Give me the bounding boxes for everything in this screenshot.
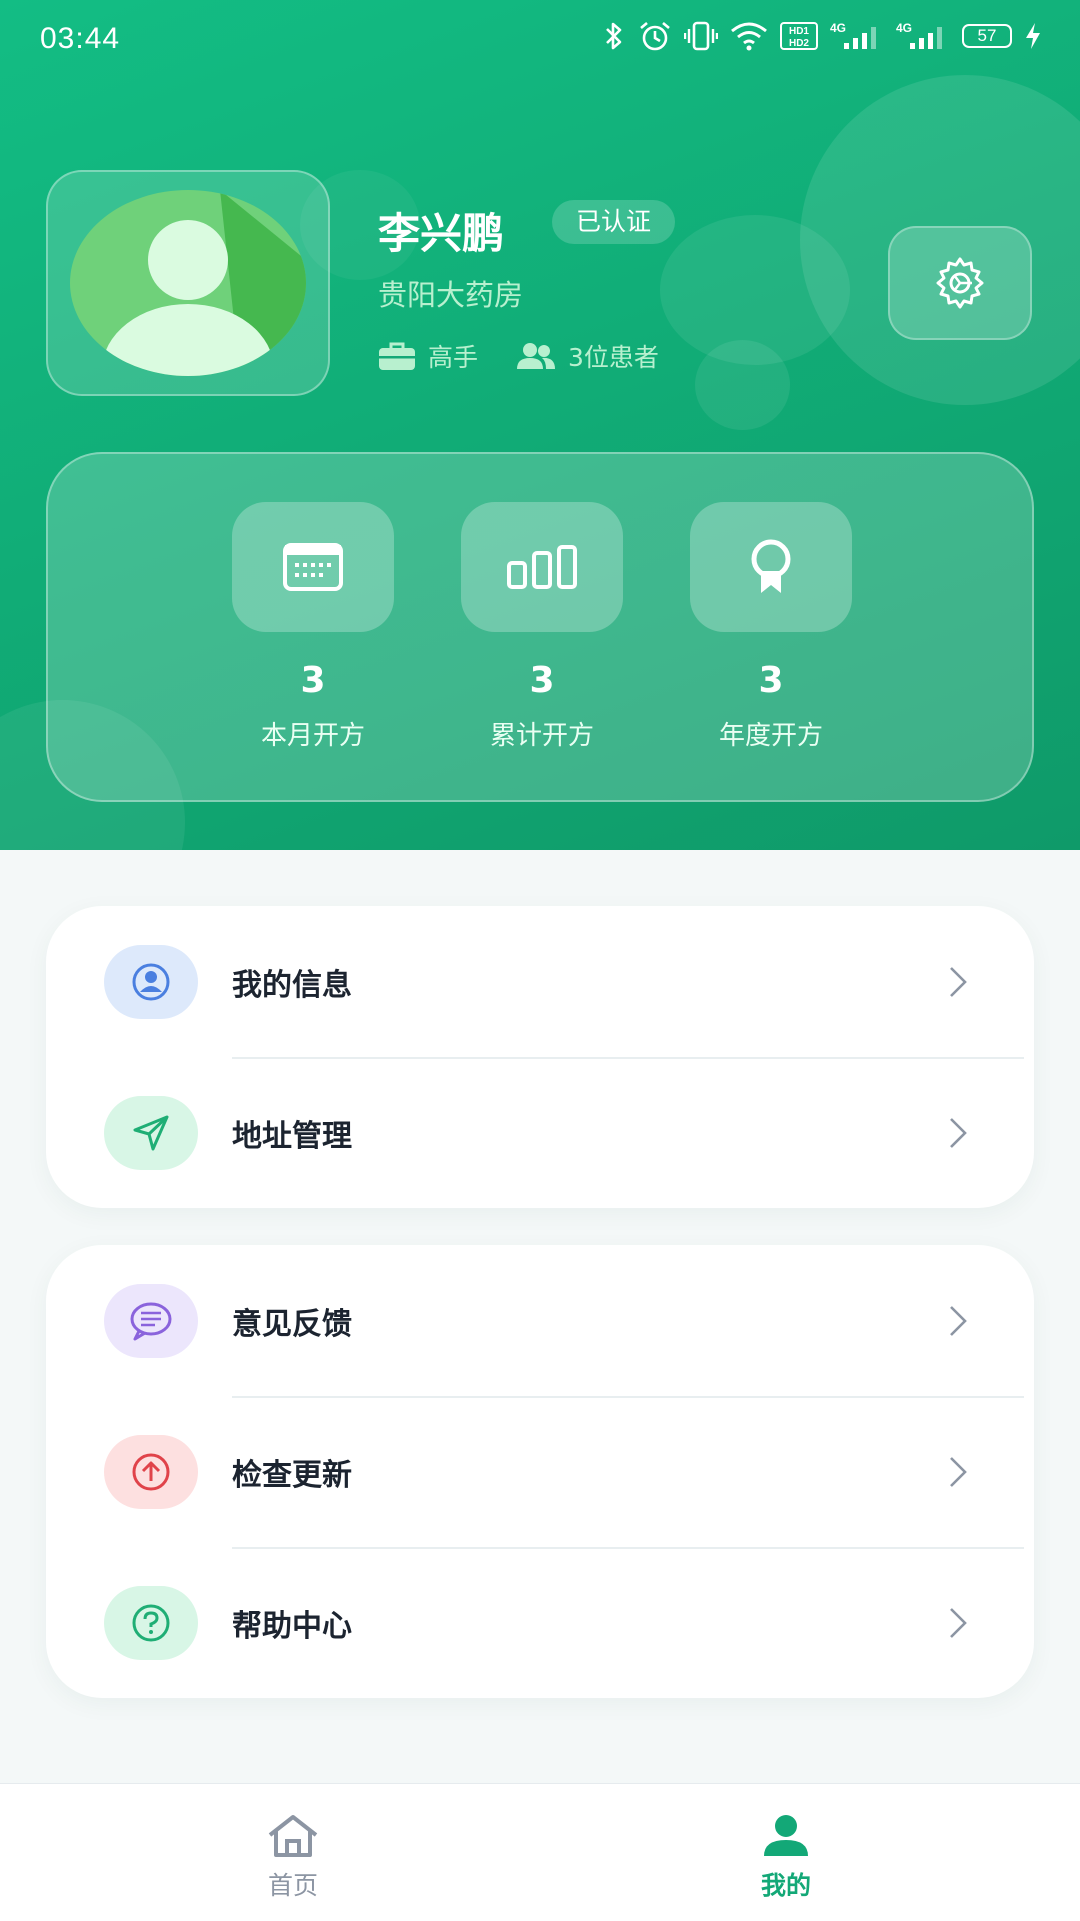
stat-total[interactable]: 3 累计开方 xyxy=(422,502,662,752)
stat-label: 本月开方 xyxy=(260,721,365,751)
status-time: 03:44 xyxy=(40,22,121,55)
menu-item-help-center[interactable]: 帮助中心 xyxy=(46,1547,1034,1698)
help-circle-icon xyxy=(132,1604,170,1641)
status-icons: HD1 HD2 4G 4G 57 xyxy=(602,20,1042,52)
bar-chart-icon xyxy=(507,545,577,589)
profile-name: 李兴鹏 xyxy=(378,209,505,258)
chevron-right-icon xyxy=(950,1456,967,1487)
patients-label: 3位患者 xyxy=(568,343,659,372)
gear-icon xyxy=(936,257,984,309)
menu-item-my-info[interactable]: 我的信息 xyxy=(46,906,1034,1057)
menu-label: 意见反馈 xyxy=(232,1306,352,1342)
menu-item-address[interactable]: 地址管理 xyxy=(46,1057,1034,1208)
signal-4g-icon: 4G xyxy=(896,21,942,49)
stat-icon-box xyxy=(232,502,394,632)
status-bar: 03:44 HD1 HD2 4G 4G 57 xyxy=(0,0,1080,78)
menu-group-account: 我的信息 地址管理 xyxy=(46,906,1034,1208)
bottom-nav: 首页 我的 xyxy=(0,1783,1080,1921)
tab-mine[interactable]: 我的 xyxy=(706,1814,866,1902)
chevron-right-icon xyxy=(950,1607,967,1638)
battery-icon: 57 xyxy=(962,24,1012,48)
vibrate-icon xyxy=(684,21,718,51)
level-label: 高手 xyxy=(428,343,479,372)
stat-label: 年度开方 xyxy=(718,721,823,751)
stat-icon-box xyxy=(690,502,852,632)
message-icon xyxy=(130,1302,172,1340)
patients-info: 3位患者 xyxy=(516,338,659,374)
menu-item-feedback[interactable]: 意见反馈 xyxy=(46,1245,1034,1396)
menu-group-support: 意见反馈 检查更新 帮助中心 xyxy=(46,1245,1034,1698)
avatar-person-icon xyxy=(70,190,306,376)
profile-meta: 高手 3位患者 xyxy=(378,338,697,374)
stats-card: 3 本月开方 3 累计开方 3 年度开方 xyxy=(46,452,1034,802)
charging-icon xyxy=(1026,23,1040,49)
settings-button[interactable] xyxy=(888,226,1032,340)
pharmacy-name: 贵阳大药房 xyxy=(378,278,524,312)
menu-icon-bg xyxy=(104,1585,198,1660)
menu-label: 检查更新 xyxy=(232,1457,352,1493)
stat-value: 3 xyxy=(300,660,326,701)
level-info: 高手 xyxy=(378,338,478,374)
menu-item-check-update[interactable]: 检查更新 xyxy=(46,1396,1034,1547)
chevron-right-icon xyxy=(950,966,967,997)
stat-icon-box xyxy=(461,502,623,632)
tab-home[interactable]: 首页 xyxy=(213,1814,373,1902)
menu-icon-bg xyxy=(104,1283,198,1358)
person-icon xyxy=(764,1815,808,1856)
svg-text:4G: 4G xyxy=(896,21,912,35)
menu-icon-bg xyxy=(104,944,198,1019)
chevron-right-icon xyxy=(950,1117,967,1148)
calendar-icon xyxy=(283,543,343,591)
signal-4g-icon: 4G xyxy=(830,21,876,49)
user-circle-icon xyxy=(132,963,170,1000)
briefcase-icon xyxy=(379,342,415,370)
award-icon xyxy=(751,539,791,593)
decor-bubble xyxy=(695,340,790,430)
location-arrow-icon xyxy=(133,1115,169,1150)
tab-label: 我的 xyxy=(760,1871,811,1900)
stat-value: 3 xyxy=(758,660,784,701)
upload-circle-icon xyxy=(132,1453,170,1490)
users-icon xyxy=(517,343,556,369)
avatar[interactable] xyxy=(46,170,330,396)
profile-header: 03:44 HD1HD2 4G 4G 57 李兴鹏 已认证 贵阳大药房 高手 xyxy=(0,0,1080,850)
alarm-icon xyxy=(640,22,670,51)
verified-badge: 已认证 xyxy=(552,200,676,244)
menu-label: 地址管理 xyxy=(232,1118,352,1154)
wifi-icon xyxy=(731,22,767,51)
svg-text:HD2: HD2 xyxy=(789,38,809,49)
menu-icon-bg xyxy=(104,1095,198,1170)
tab-label: 首页 xyxy=(267,1871,318,1900)
chevron-right-icon xyxy=(950,1305,967,1336)
stat-month[interactable]: 3 本月开方 xyxy=(193,502,433,752)
stat-label: 累计开方 xyxy=(489,721,594,751)
svg-text:HD1: HD1 xyxy=(789,26,809,37)
menu-label: 我的信息 xyxy=(232,967,352,1003)
menu-label: 帮助中心 xyxy=(232,1608,352,1644)
svg-text:4G: 4G xyxy=(830,21,846,35)
home-icon xyxy=(268,1815,318,1857)
hd-icon: HD1HD2 xyxy=(780,22,818,50)
menu-icon-bg xyxy=(104,1434,198,1509)
stat-year[interactable]: 3 年度开方 xyxy=(651,502,891,752)
bluetooth-icon xyxy=(606,22,622,50)
stat-value: 3 xyxy=(529,660,555,701)
